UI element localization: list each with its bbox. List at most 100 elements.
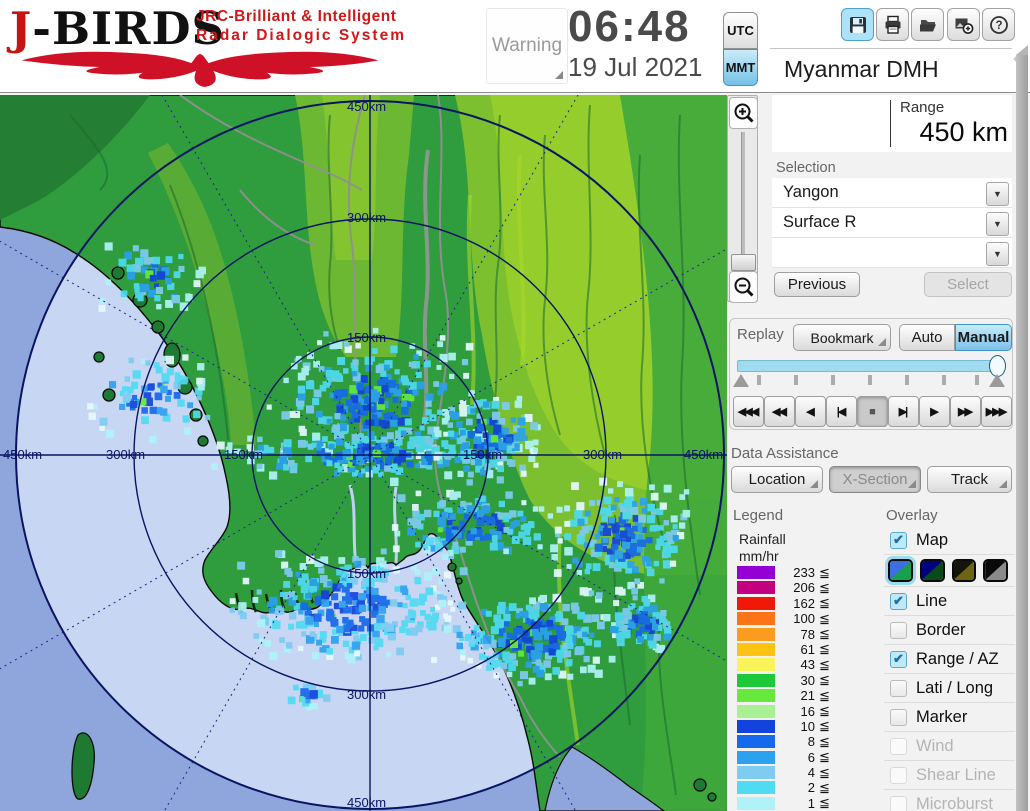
legend-operator: ≦: [819, 656, 830, 672]
checkbox-shear-line: [890, 766, 907, 784]
auto-button[interactable]: Auto: [899, 324, 955, 351]
legend-value: 8: [807, 734, 815, 750]
print-icon: [885, 15, 900, 34]
selection-product-dropdown[interactable]: Surface R ▼: [772, 208, 1012, 238]
jbirds-app: J-BIRDS JRC-Brilliant & Intelligent Rada…: [0, 0, 1030, 811]
legend-operator: ≦: [819, 749, 830, 765]
range-ring-label: 450km: [347, 99, 386, 114]
overlay-row-lati-long: Lati / Long: [884, 674, 1015, 703]
location-button[interactable]: Location: [731, 466, 823, 493]
radar-map[interactable]: 450km 300km 150km 150km 300km 450km 450km 300km…: [0, 4, 821, 811]
track-button[interactable]: Track: [927, 466, 1012, 493]
warning-button[interactable]: Warning: [486, 8, 568, 84]
checkbox-range-az[interactable]: ✔: [890, 650, 907, 668]
stop-button[interactable]: ■: [857, 396, 888, 427]
zoom-in-icon: [734, 103, 754, 123]
legend-unit-line1: Rainfall: [739, 531, 786, 547]
legend-row: 78 ≦: [737, 626, 837, 642]
selection-site-dropdown[interactable]: Yangon ▼: [772, 178, 1012, 208]
range-ring-label: 150km: [463, 447, 502, 462]
select-button[interactable]: Select: [924, 272, 1012, 297]
range-ring-label: 150km: [347, 566, 386, 581]
legend-color-swatch: [737, 581, 775, 595]
map-style-swatch-2[interactable]: [919, 559, 945, 582]
legend-row: 162 ≦: [737, 595, 837, 611]
zoom-in-button[interactable]: [729, 97, 758, 129]
legend-value: 6: [807, 749, 815, 765]
select-label: Select: [947, 276, 989, 293]
range-ring-label: 300km: [347, 687, 386, 702]
play-button[interactable]: ▶: [919, 396, 950, 427]
manual-button[interactable]: Manual: [955, 324, 1012, 351]
fast-rewind-button[interactable]: ◀◀: [764, 396, 795, 427]
replay-slider-track[interactable]: [737, 360, 999, 372]
chevron-down-icon[interactable]: ▼: [986, 212, 1009, 236]
logo-tagline-line2: Radar Dialogic System: [196, 27, 406, 44]
checkbox-wind: [890, 737, 907, 755]
panel-edge-scrollbar[interactable]: [1016, 45, 1028, 811]
step-forward-button[interactable]: ▶|: [888, 396, 919, 427]
checkbox-border[interactable]: [890, 621, 907, 639]
fast-forward-button[interactable]: ▶▶: [950, 396, 981, 427]
zoom-slider-track[interactable]: [741, 132, 745, 262]
open-folder-button[interactable]: [911, 8, 944, 41]
logo-tagline-line1: JRC-Brilliant & Intelligent: [196, 8, 397, 25]
help-icon: ?: [989, 15, 1008, 34]
save-button[interactable]: [841, 8, 874, 41]
map-style-swatch-4[interactable]: [983, 559, 1008, 582]
legend-operator: ≦: [819, 595, 830, 611]
legend-color-swatch: [737, 627, 775, 641]
overlay-label-lati-long: Lati / Long: [916, 678, 994, 697]
playback-controls: ◀◀◀ ◀◀ ◀ |◀ ■ ▶| ▶ ▶▶ ▶▶▶: [733, 396, 1012, 427]
overlay-label-border: Border: [916, 620, 966, 639]
overlay-row-shear-line: Shear Line: [884, 761, 1015, 790]
legend-color-swatch: [737, 612, 775, 626]
skip-to-start-button[interactable]: ◀◀◀: [733, 396, 764, 427]
replay-slider-start-marker[interactable]: [733, 374, 749, 387]
help-button[interactable]: ?: [982, 8, 1015, 41]
legend-value: 2: [807, 780, 815, 796]
legend-operator: ≦: [819, 641, 830, 657]
map-style-swatch-3[interactable]: [951, 559, 977, 582]
legend-color-swatch: [737, 766, 775, 780]
open-folder-icon: [919, 19, 936, 31]
overlay-row-wind: Wind: [884, 732, 1015, 761]
legend-row: 2 ≦: [737, 780, 837, 796]
slider-tick: [942, 375, 946, 385]
auto-label: Auto: [911, 329, 943, 346]
selection-extra-dropdown[interactable]: ▼: [772, 238, 1012, 268]
range-ring-label: 300km: [106, 447, 145, 462]
slider-tick: [757, 375, 761, 385]
range-ring-label: 300km: [583, 447, 622, 462]
checkbox-line[interactable]: ✔: [890, 592, 907, 610]
print-button[interactable]: [876, 8, 909, 41]
x-section-button[interactable]: X-Section: [829, 466, 921, 493]
legend-operator: ≦: [819, 579, 830, 595]
skip-to-end-button[interactable]: ▶▶▶: [981, 396, 1012, 427]
timezone-utc-button[interactable]: UTC: [723, 12, 758, 49]
checkbox-map[interactable]: ✔: [890, 531, 907, 549]
rewind-button[interactable]: ◀: [795, 396, 826, 427]
legend-color-swatch: [737, 596, 775, 610]
add-image-button[interactable]: [947, 8, 980, 41]
chevron-down-icon[interactable]: ▼: [986, 242, 1009, 266]
zoom-out-button[interactable]: [729, 271, 758, 303]
bookmark-button[interactable]: Bookmark: [793, 324, 891, 351]
range-ring-label: 450km: [684, 447, 723, 462]
map-style-swatch-1[interactable]: [888, 559, 913, 582]
x-section-label: X-Section: [842, 471, 908, 488]
step-back-button[interactable]: |◀: [826, 396, 857, 427]
overlay-row-line: ✔ Line: [884, 587, 1015, 616]
replay-slider-end-marker[interactable]: [989, 374, 1005, 387]
checkbox-marker[interactable]: [890, 708, 907, 726]
zoom-slider-thumb[interactable]: [731, 254, 756, 271]
chevron-down-icon[interactable]: ▼: [986, 182, 1009, 206]
checkbox-lati-long[interactable]: [890, 679, 907, 697]
legend-operator: ≦: [819, 672, 830, 688]
legend-value: 100: [793, 611, 815, 627]
previous-button[interactable]: Previous: [774, 272, 860, 297]
legend-row: 30 ≦: [737, 672, 837, 688]
timezone-mmt-button[interactable]: MMT: [723, 49, 758, 86]
legend-value: 233: [793, 565, 815, 580]
top-bar: J-BIRDS JRC-Brilliant & Intelligent Rada…: [0, 0, 1030, 93]
